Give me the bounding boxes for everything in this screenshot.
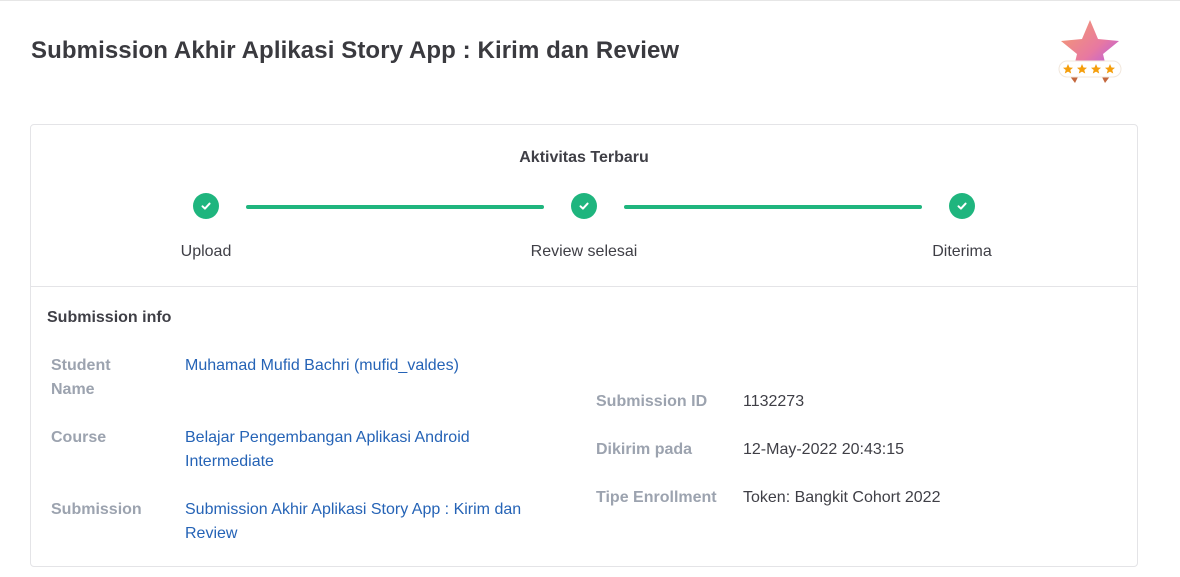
activity-section: Aktivitas Terbaru Upload Review selesai …: [31, 125, 1137, 287]
step-upload-check-icon: [193, 193, 219, 219]
submission-label: Submission: [51, 501, 142, 518]
submission-card: Aktivitas Terbaru Upload Review selesai …: [30, 124, 1138, 567]
step-accepted-check-icon: [949, 193, 975, 219]
student-name-label: Student Name: [51, 357, 111, 398]
enrollment-type-value: Token: Bangkit Cohort 2022: [743, 489, 941, 506]
activity-title: Aktivitas Terbaru: [519, 149, 649, 166]
enrollment-type-label: Tipe Enrollment: [596, 489, 717, 506]
page-title: Submission Akhir Aplikasi Story App : Ki…: [31, 37, 680, 64]
submission-info-title: Submission info: [47, 309, 172, 326]
step-accepted-label: Diterima: [932, 243, 992, 260]
course-label: Course: [51, 429, 107, 446]
star-rating-badge-icon: [1058, 20, 1122, 83]
step-upload-label: Upload: [180, 243, 232, 260]
sent-at-value: 12-May-2022 20:43:15: [743, 441, 904, 458]
step-review-check-icon: [571, 193, 597, 219]
sent-at-label: Dikirim pada: [596, 441, 693, 458]
progress-line: [624, 205, 922, 209]
submission-id-label: Submission ID: [596, 393, 708, 410]
submission-id-value: 1132273: [743, 393, 805, 410]
submission-link[interactable]: Submission Akhir Aplikasi Story App : Ki…: [185, 498, 521, 546]
progress-line: [246, 205, 544, 209]
step-review-label: Review selesai: [530, 243, 638, 260]
course-link[interactable]: Belajar Pengembangan Aplikasi Android In…: [185, 426, 470, 474]
student-name-link[interactable]: Muhamad Mufid Bachri (mufid_valdes): [185, 354, 459, 378]
